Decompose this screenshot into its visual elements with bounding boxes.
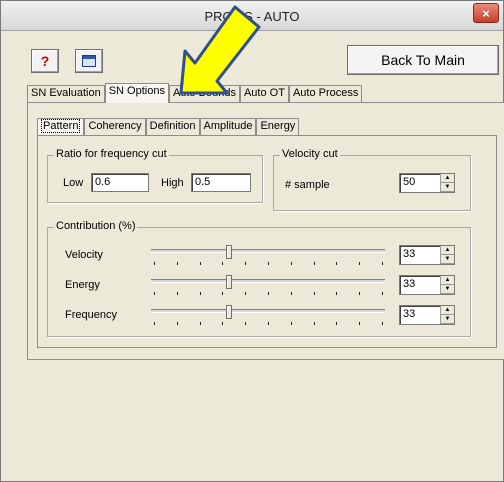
subtab-pattern[interactable]: Pattern: [37, 118, 85, 135]
slider-tick: [245, 322, 246, 325]
tab-auto-ot[interactable]: Auto OT: [239, 85, 289, 102]
slider-tick: [336, 262, 337, 265]
contribution-value: 33: [403, 278, 416, 290]
slider-tick: [154, 322, 155, 325]
slider-tick: [200, 322, 201, 325]
spin-down-icon[interactable]: ▼: [441, 183, 454, 192]
slider-tick: [314, 262, 315, 265]
slider-tick: [359, 292, 360, 295]
slider-thumb[interactable]: [226, 305, 232, 319]
main-window: PROFIS - AUTO × ? Back To Main SN Evalua…: [0, 0, 504, 482]
slider-tick: [291, 322, 292, 325]
contribution-slider-velocity[interactable]: [151, 245, 385, 267]
slider-tick: [291, 262, 292, 265]
slider-tick: [268, 322, 269, 325]
slider-tick: [382, 292, 383, 295]
main-tabs: SN Evaluation SN Options Auto Bounds Aut…: [27, 83, 363, 103]
low-input[interactable]: 0.6: [91, 173, 149, 192]
window-button[interactable]: [75, 49, 103, 73]
slider-thumb[interactable]: [226, 245, 232, 259]
slider-tick: [222, 262, 223, 265]
window-title: PROFIS - AUTO: [204, 9, 300, 24]
contribution-slider-energy[interactable]: [151, 275, 385, 297]
contribution-value: 33: [403, 308, 416, 320]
slider-tick: [245, 292, 246, 295]
help-icon: ?: [40, 53, 50, 69]
contribution-slider-frequency[interactable]: [151, 305, 385, 327]
spin-up-icon[interactable]: ▲: [441, 246, 454, 255]
slider-tick: [154, 292, 155, 295]
slider-tick: [222, 322, 223, 325]
contribution-stepper-frequency[interactable]: 33 ▲ ▼: [399, 305, 455, 325]
slider-tick: [268, 262, 269, 265]
slider-tick: [291, 292, 292, 295]
sample-value: 50: [403, 176, 416, 188]
slider-tick: [336, 292, 337, 295]
slider-track: [151, 279, 385, 283]
slider-tick: [268, 292, 269, 295]
velocity-cut-title: Velocity cut: [280, 148, 340, 160]
slider-tick: [154, 262, 155, 265]
slider-thumb[interactable]: [226, 275, 232, 289]
spin-down-icon[interactable]: ▼: [441, 255, 454, 264]
slider-tick: [177, 322, 178, 325]
tab-sn-evaluation[interactable]: SN Evaluation: [27, 85, 105, 102]
title-bar[interactable]: PROFIS - AUTO ×: [1, 1, 503, 31]
slider-tick: [359, 322, 360, 325]
contribution-label-velocity: Velocity: [65, 249, 103, 261]
contribution-value: 33: [403, 248, 416, 260]
slider-tick: [336, 322, 337, 325]
contribution-stepper-energy[interactable]: 33 ▲ ▼: [399, 275, 455, 295]
slider-tick: [382, 322, 383, 325]
back-to-main-label: Back To Main: [381, 52, 465, 68]
subtab-definition[interactable]: Definition: [145, 118, 200, 135]
back-to-main-button[interactable]: Back To Main: [347, 45, 499, 75]
slider-tick: [359, 262, 360, 265]
ratio-group-title: Ratio for frequency cut: [54, 148, 169, 160]
spin-up-icon[interactable]: ▲: [441, 174, 454, 183]
contribution-label-frequency: Frequency: [65, 309, 117, 321]
spin-down-icon[interactable]: ▼: [441, 285, 454, 294]
slider-track: [151, 309, 385, 313]
slider-tick: [177, 292, 178, 295]
spin-down-icon[interactable]: ▼: [441, 315, 454, 324]
slider-tick: [382, 262, 383, 265]
contribution-stepper-velocity[interactable]: 33 ▲ ▼: [399, 245, 455, 265]
subtab-amplitude[interactable]: Amplitude: [199, 118, 257, 135]
low-label: Low: [63, 177, 84, 189]
slider-tick: [200, 292, 201, 295]
high-input[interactable]: 0.5: [191, 173, 251, 192]
slider-track: [151, 249, 385, 253]
slider-tick: [200, 262, 201, 265]
sample-label: # sample: [285, 179, 330, 191]
tab-auto-process[interactable]: Auto Process: [288, 85, 363, 102]
sample-stepper[interactable]: 50 ▲ ▼: [399, 173, 455, 193]
window-icon: [82, 55, 96, 67]
help-button[interactable]: ?: [31, 49, 59, 73]
tab-auto-bounds[interactable]: Auto Bounds: [168, 85, 240, 102]
sub-tabs: Pattern Coherency Definition Amplitude E…: [37, 118, 300, 136]
spin-up-icon[interactable]: ▲: [441, 306, 454, 315]
slider-tick: [314, 292, 315, 295]
subtab-coherency[interactable]: Coherency: [84, 118, 146, 135]
contribution-title: Contribution (%): [54, 220, 138, 232]
subtab-energy[interactable]: Energy: [256, 118, 300, 135]
slider-tick: [222, 292, 223, 295]
close-button[interactable]: ×: [473, 3, 499, 23]
spin-up-icon[interactable]: ▲: [441, 276, 454, 285]
slider-tick: [245, 262, 246, 265]
contribution-label-energy: Energy: [65, 279, 100, 291]
slider-tick: [314, 322, 315, 325]
slider-tick: [177, 262, 178, 265]
tab-sn-options[interactable]: SN Options: [104, 83, 169, 103]
close-icon: ×: [482, 5, 490, 21]
high-label: High: [161, 177, 184, 189]
